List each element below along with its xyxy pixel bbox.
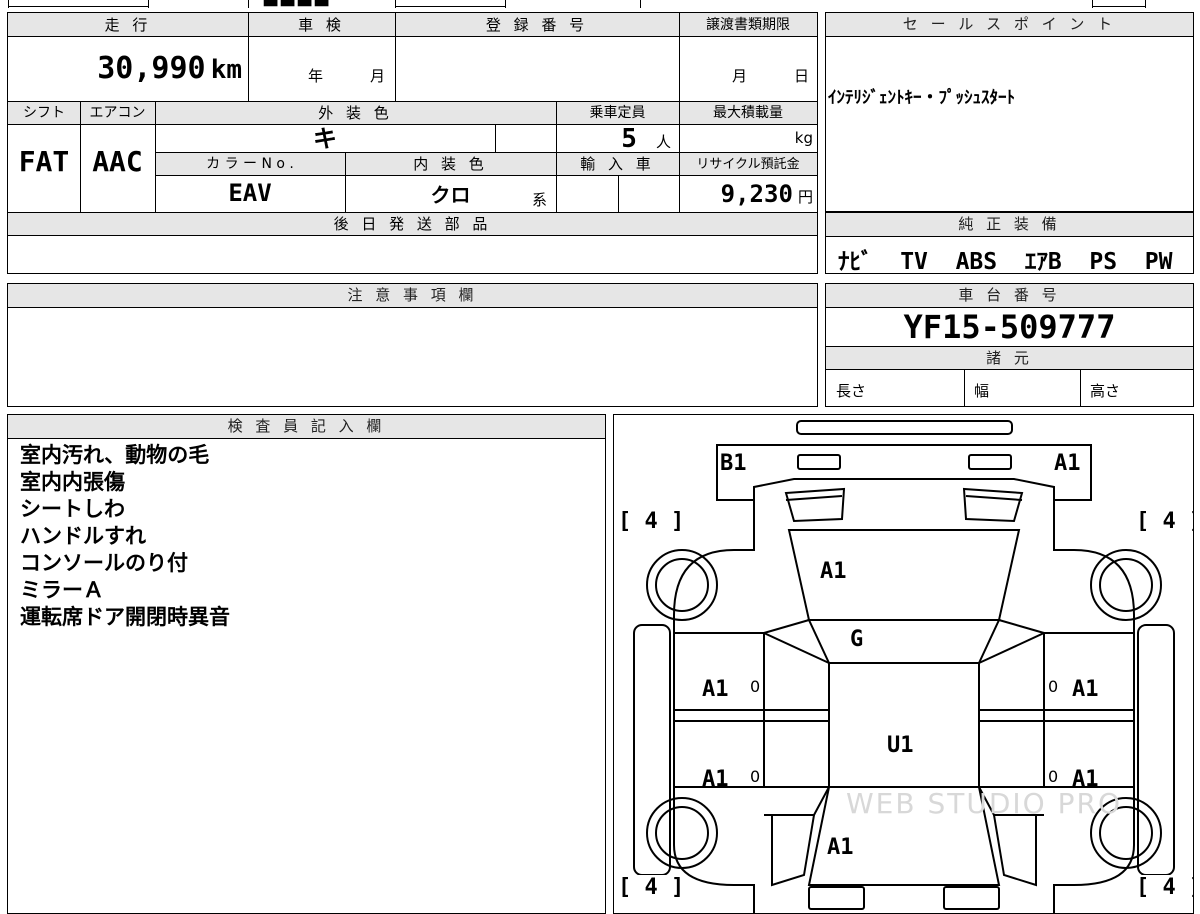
inspection-label: 車 検 (298, 16, 345, 34)
inspector-note: ミラーＡ (20, 578, 104, 602)
inspector-note: シートしわ (20, 497, 125, 521)
chassis-number: YF15-509777 (903, 308, 1116, 346)
tire-grade-bottom-left: [ 4 ] (618, 875, 685, 900)
interior-color-value: クロ (430, 183, 471, 207)
door-mark: 0 (1048, 767, 1059, 786)
door-mark: 0 (750, 677, 761, 696)
watermark: WEB STUDIO PRO (846, 787, 1122, 820)
equipment-items: ﾅﾋﾞ TV ABS ｴｱB PS PW (838, 249, 1173, 275)
tire-grade-top-left: [ 4 ] (618, 509, 685, 534)
hood-code: A1 (827, 835, 854, 860)
inspection-month: 月 (370, 67, 386, 85)
spec-length-label: 長さ (836, 382, 867, 400)
inspector-note: コンソールのり付 (20, 551, 188, 575)
sales-point-box: セ ー ル ス ポ イ ン ト ｲﾝﾃﾘｼﾞｪﾝﾄｷｰ・ﾌﾟｯｼｭｽﾀｰﾄ (825, 12, 1194, 212)
specs-label: 諸 元 (826, 346, 1193, 370)
max-load-unit: kg (794, 129, 813, 147)
notes-box: 注 意 事 項 欄 (7, 283, 818, 407)
inspector-label: 検 査 員 記 入 欄 (8, 415, 605, 439)
roof-code: G (850, 627, 864, 652)
interior-color-suffix: 系 (532, 191, 548, 209)
inspector-note: 運転席ドア開閉時異音 (20, 605, 230, 629)
recycle-fee-value: 9,230 円 (720, 180, 813, 208)
transfer-month: 月 (732, 67, 748, 85)
inspector-note: 室内汚れ、動物の毛 (20, 443, 210, 467)
right-front-door-code: A1 (1072, 677, 1099, 702)
shift-value: FAT (18, 145, 70, 178)
tire-grade-bottom-right: [ 4 ] (1136, 875, 1193, 900)
rear-right-code: A1 (1054, 451, 1081, 476)
top-strip: ■■■■ (0, 0, 1200, 9)
equipment-box: 純 正 装 備 ﾅﾋﾞ TV ABS ｴｱB PS PW (825, 212, 1194, 275)
shift-label: シフト (23, 105, 65, 121)
aircon-label: エアコン (89, 105, 146, 121)
capacity-value: 5 人 (621, 124, 671, 154)
exterior-color-value: キ (313, 125, 337, 153)
color-no-label: カ ラ ー N o . (206, 156, 294, 172)
chassis-box: 車 台 番 号 YF15-509777 諸 元 長さ 幅 高さ (825, 283, 1194, 407)
interior-color-label: 内 装 色 (413, 155, 488, 173)
left-rear-door-code: A1 (702, 767, 729, 792)
top-strip-partial-text: ■■■■ (262, 0, 330, 9)
floor-code: U1 (887, 733, 914, 758)
color-no-value: EAV (228, 179, 272, 207)
spec-width-label: 幅 (974, 382, 990, 400)
car-diagram (633, 420, 1175, 913)
sales-point-label: セ ー ル ス ポ イ ン ト (826, 13, 1193, 37)
inspector-box: 検 査 員 記 入 欄 室内汚れ、動物の毛 室内内張傷 シートしわ ハンドルすれ… (7, 414, 606, 914)
left-front-door-code: A1 (702, 677, 729, 702)
capacity-label: 乗車定員 (589, 105, 646, 121)
rear-left-code: B1 (720, 451, 747, 476)
notes-label: 注 意 事 項 欄 (8, 284, 817, 308)
transfer-deadline-label: 譲渡書類期限 (706, 17, 790, 33)
sales-point-text: ｲﾝﾃﾘｼﾞｪﾝﾄｷｰ・ﾌﾟｯｼｭｽﾀｰﾄ (828, 88, 1015, 108)
chassis-label: 車 台 番 号 (826, 284, 1193, 308)
inspection-year: 年 (308, 67, 324, 85)
inspector-note: ハンドルすれ (20, 524, 146, 548)
door-mark: 0 (750, 767, 761, 786)
tire-grade-top-right: [ 4 ] (1136, 509, 1193, 534)
aircon-value: AAC (92, 145, 143, 178)
transfer-day: 日 (794, 67, 810, 85)
registration-label: 登 録 番 号 (485, 16, 589, 34)
mileage-label: 走 行 (104, 16, 152, 34)
later-parts-label: 後 日 発 送 部 品 (333, 215, 492, 233)
inspector-note: 室内内張傷 (20, 470, 125, 494)
max-load-label: 最大積載量 (713, 105, 783, 121)
rear-window-code: A1 (820, 559, 847, 584)
equipment-label: 純 正 装 備 (826, 213, 1193, 237)
exterior-color-label: 外 装 色 (318, 104, 393, 122)
recycle-fee-label: リサイクル預託金 (696, 157, 800, 172)
spec-height-label: 高さ (1090, 382, 1121, 400)
car-diagram-box: B1 A1 A1 G A1 A1 A1 A1 U1 A1 0 0 0 0 [ 4… (613, 414, 1194, 914)
mileage-value: 30,990 km (97, 51, 242, 86)
vehicle-info-grid: 走 行 車 検 登 録 番 号 譲渡書類期限 30,990 km 年 月 月 日… (7, 12, 818, 274)
import-label: 輸 入 車 (580, 155, 655, 173)
door-mark: 0 (1048, 677, 1059, 696)
